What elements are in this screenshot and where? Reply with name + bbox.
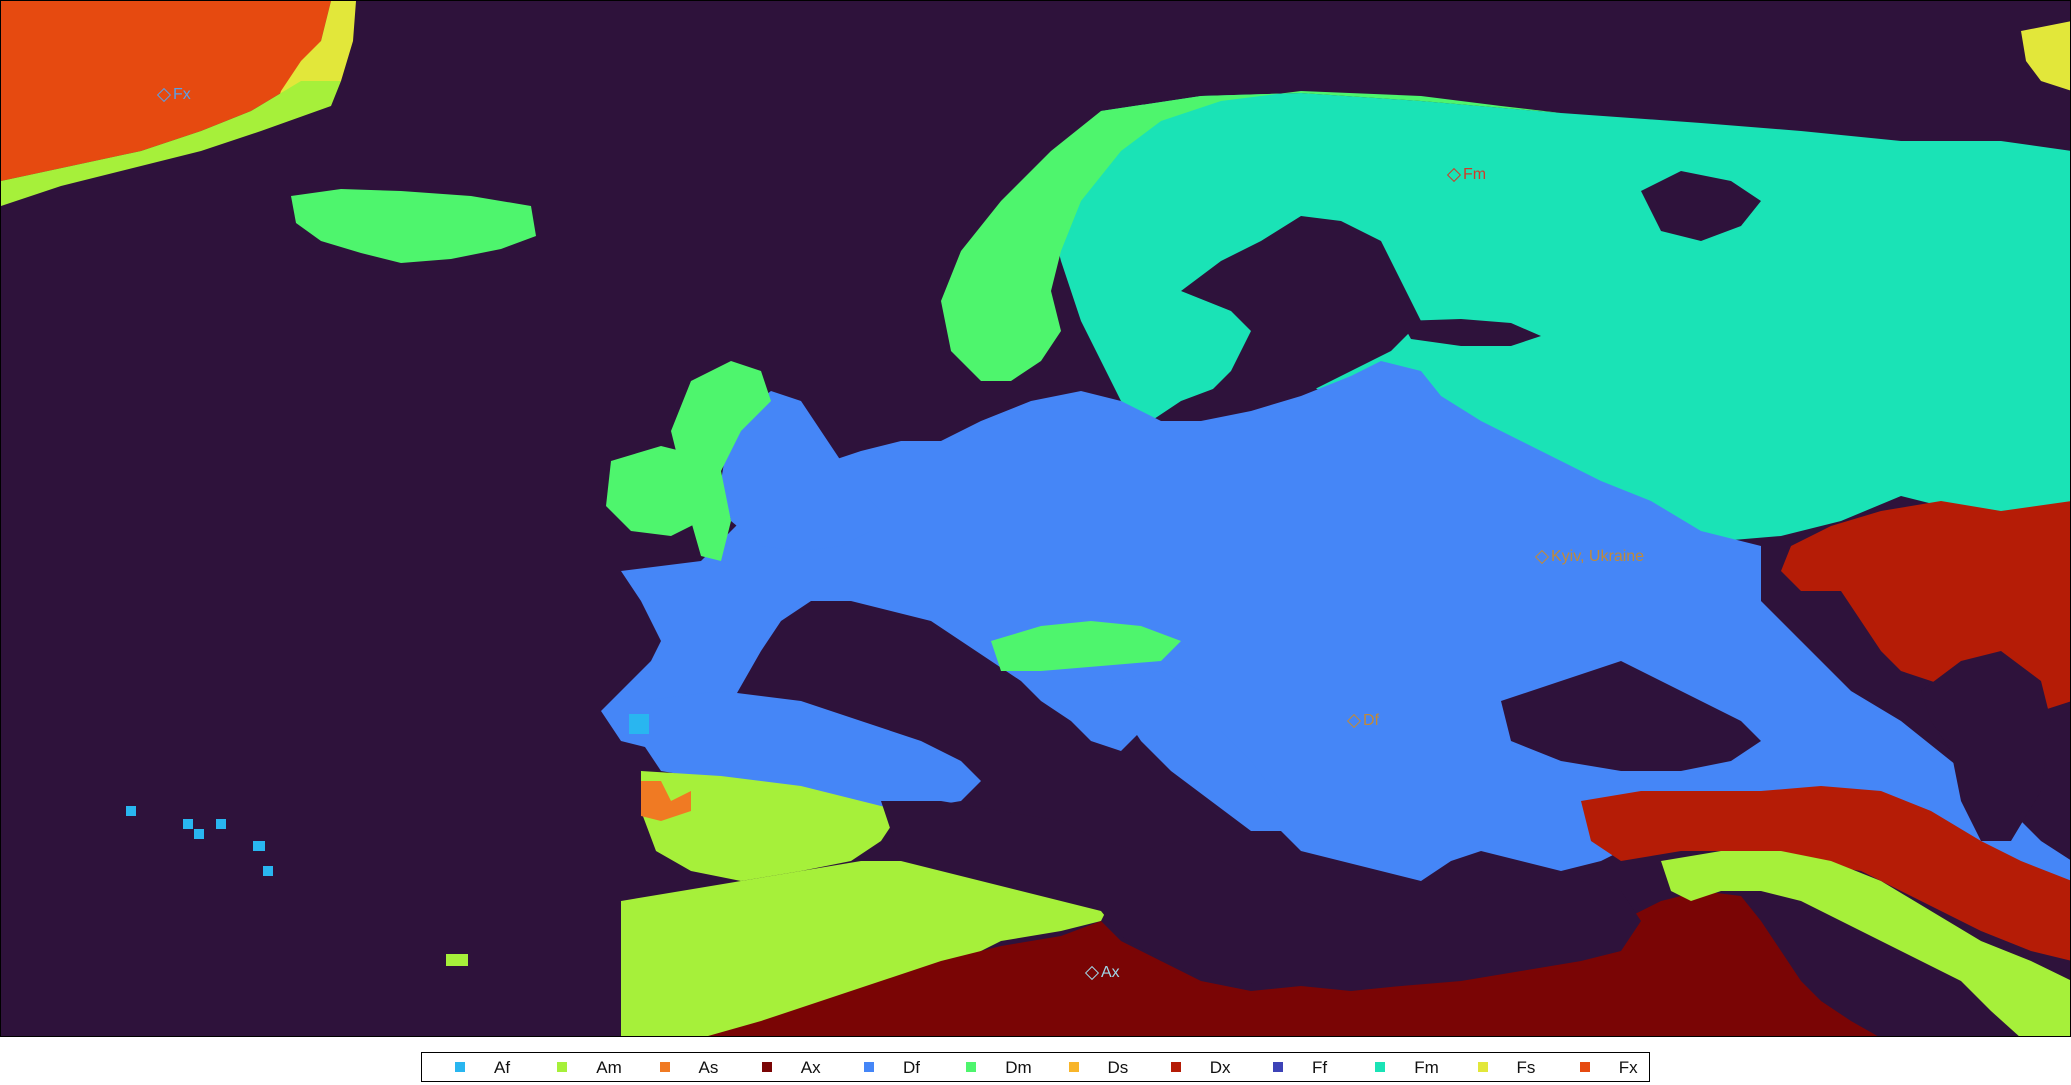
map-label-kyiv-text: Kyiv, Ukraine [1551,548,1645,565]
legend-item-fm: Fm [1342,1053,1444,1081]
legend-swatch-ds [1068,1062,1079,1072]
legend-label-ds: Ds [1107,1058,1129,1077]
legend-label-dx: Dx [1209,1058,1231,1077]
map-label-kyiv: Kyiv, Ukraine [1534,548,1645,565]
legend-item-dx: Dx [1138,1053,1240,1081]
map-label-fx: Fx [156,86,191,103]
legend-label-fm: Fm [1414,1058,1439,1077]
region-azores-af-3 [194,829,204,839]
legend-item-am: Am [524,1053,626,1081]
region-azores-af-4 [216,819,226,829]
map-legend: Af Am As Ax Df Dm Ds Dx Ff Fm Fs Fx [421,1052,1650,1082]
legend-item-df: Df [831,1053,933,1081]
legend-item-dm: Dm [933,1053,1035,1081]
map-label-ax: Ax [1084,964,1120,981]
legend-item-ds: Ds [1036,1053,1138,1081]
legend-swatch-am [557,1062,568,1072]
climate-map[interactable]: Fx Fm Kyiv, Ukraine Df Ax [0,0,2071,1037]
legend-swatch-fm [1375,1062,1386,1072]
diamond-marker-icon [1534,549,1550,564]
diamond-marker-icon [1346,713,1362,728]
legend-label-as: As [698,1058,719,1077]
map-label-fx-text: Fx [173,86,191,103]
legend-label-fs: Fs [1516,1058,1536,1077]
diamond-marker-icon [1446,167,1462,182]
legend-swatch-fs [1477,1062,1488,1072]
map-label-df: Df [1346,712,1379,729]
legend-swatch-ff [1273,1062,1283,1072]
legend-swatch-fx [1579,1062,1590,1072]
legend-label-ff: Ff [1312,1058,1328,1077]
legend-item-fx: Fx [1547,1053,1649,1081]
legend-label-fx: Fx [1618,1058,1638,1077]
legend-item-as: As [627,1053,729,1081]
legend-label-ax: Ax [800,1058,821,1077]
legend-label-df: Df [903,1058,920,1077]
legend-swatch-as [659,1062,670,1072]
region-azores-af-2 [183,819,193,829]
diamond-marker-icon [156,87,172,102]
legend-swatch-dx [1170,1062,1181,1072]
region-azores-af-6 [263,866,273,876]
legend-swatch-df [864,1062,874,1072]
map-label-fm: Fm [1446,166,1487,183]
legend-item-ax: Ax [729,1053,831,1081]
region-azores-af [126,806,136,816]
legend-label-am: Am [596,1058,622,1077]
region-azores-af-5 [253,841,265,851]
region-madeira-am [446,954,468,966]
legend-item-af: Af [422,1053,524,1081]
legend-swatch-dm [966,1062,977,1072]
legend-swatch-af [455,1062,465,1072]
map-label-ax-text: Ax [1101,964,1120,981]
map-label-df-text: Df [1363,712,1379,729]
map-label-fm-text: Fm [1463,166,1487,183]
legend-label-af: Af [494,1058,511,1077]
region-portugal-af [629,714,649,734]
diamond-marker-icon [1084,965,1100,980]
climate-map-canvas[interactable] [1,1,2071,1037]
legend-swatch-ax [761,1062,772,1072]
legend-item-ff: Ff [1240,1053,1342,1081]
legend-label-dm: Dm [1005,1058,1032,1077]
legend-item-fs: Fs [1445,1053,1547,1081]
